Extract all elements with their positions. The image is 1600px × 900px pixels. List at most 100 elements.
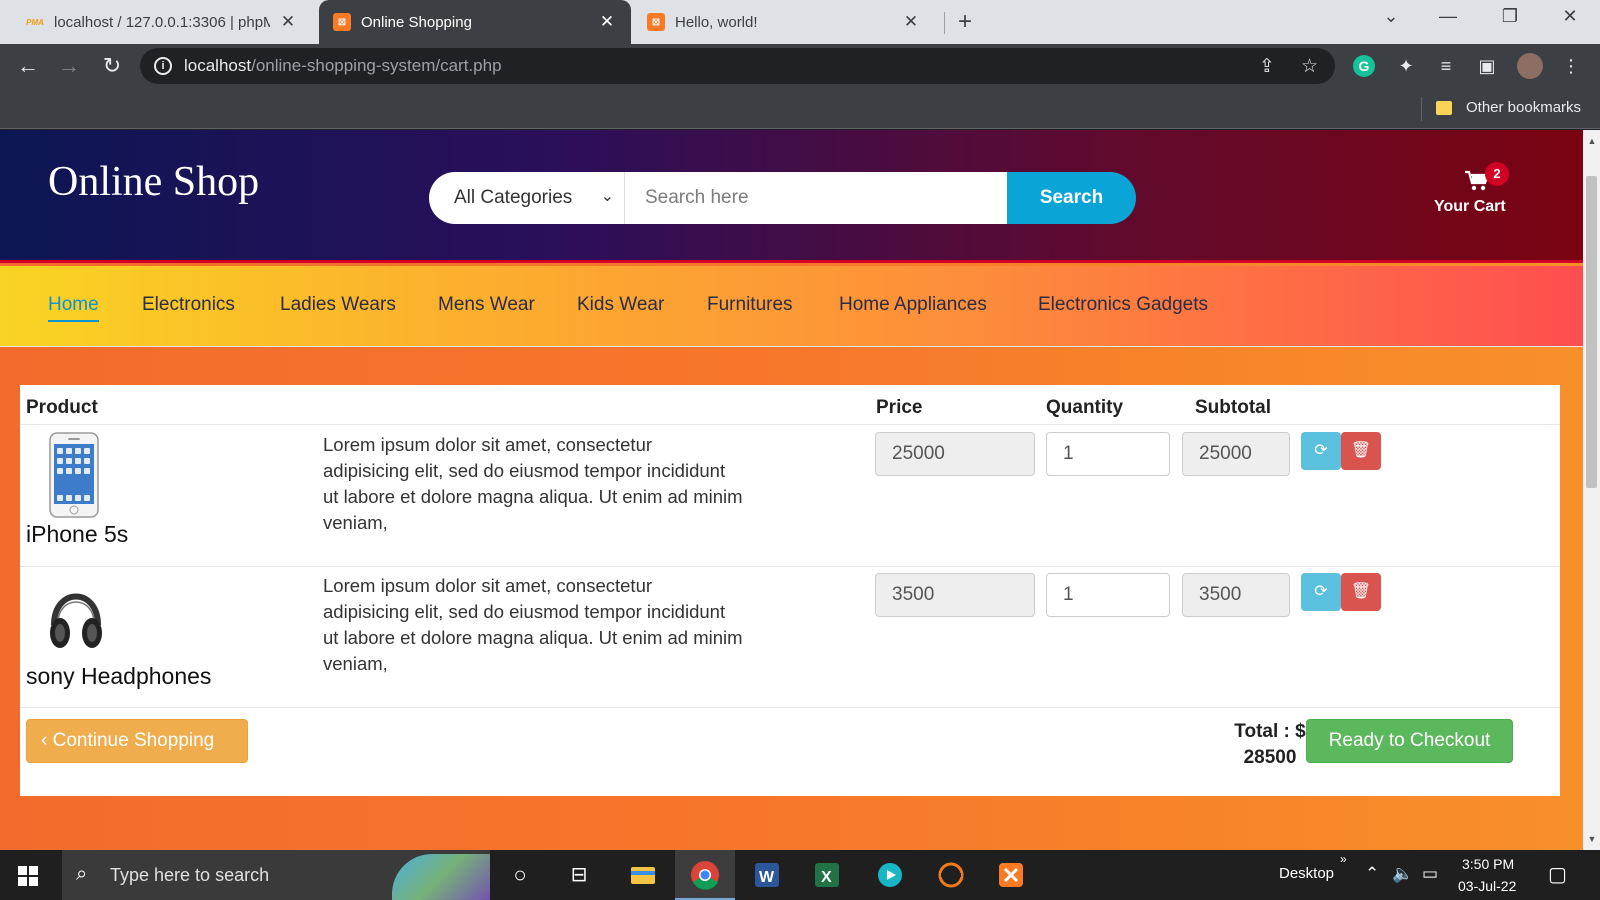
chrome-logo-icon [691,861,719,890]
trash-icon: 🗑 [1350,583,1372,600]
remove-item-button[interactable]: 🗑 [1341,573,1381,611]
nav-mens-wear[interactable]: Mens Wear [438,294,535,316]
nav-electronics-gadgets[interactable]: Electronics Gadgets [1038,294,1208,316]
browser-tabstrip: PMA localhost / 127.0.0.1:3306 | phpM ✕ … [0,0,1600,44]
nav-kids-wear[interactable]: Kids Wear [577,294,664,316]
refresh-icon: ⟳ [1314,583,1328,600]
search-icon: ⌕ [76,863,88,885]
site-header: Online Shop All Categories ⌄ Search 2 Yo… [0,130,1583,263]
volume-icon[interactable]: 🔈 [1392,864,1413,884]
cart-label[interactable]: Your Cart [1434,198,1506,216]
side-panel-icon[interactable]: ▣ [1476,55,1498,77]
nav-home-appliances[interactable]: Home Appliances [839,294,987,316]
remove-item-button[interactable]: 🗑 [1341,432,1381,470]
page-scrollbar[interactable]: ▲ ▼ [1583,130,1600,850]
update-item-button[interactable]: ⟳ [1301,432,1341,470]
windows-taskbar: ⌕ Type here to search ○ ⊟ W X Desktop » … [0,850,1600,900]
update-item-button[interactable]: ⟳ [1301,573,1341,611]
tab-online-shopping[interactable]: ⊠ Online Shopping ✕ [319,0,631,44]
media-player-icon[interactable] [873,858,907,892]
folder-icon [1436,101,1452,115]
chrome-icon[interactable] [675,850,735,900]
scroll-down-icon[interactable]: ▼ [1587,834,1597,844]
quantity-input[interactable]: 1 [1046,432,1170,476]
close-icon[interactable]: ✕ [901,12,921,32]
notification-icon[interactable]: ▢ [1548,862,1567,887]
site-info-icon[interactable]: i [154,57,172,75]
category-select[interactable]: All Categories ⌄ [429,172,625,224]
restore-icon[interactable]: ❐ [1495,6,1525,27]
taskbar-search[interactable]: ⌕ Type here to search [62,850,490,900]
header-subtotal: Subtotal [1195,397,1271,418]
svg-text:W: W [759,869,775,886]
share-icon[interactable]: ⇪ [1259,55,1275,78]
desktop-toolbar-label[interactable]: Desktop [1279,865,1334,882]
eclipse-icon[interactable] [934,858,968,892]
category-navbar: Home Electronics Ladies Wears Mens Wear … [0,266,1583,347]
double-chevron-icon[interactable]: » [1340,852,1347,866]
iphone-image [49,432,99,518]
file-explorer-icon[interactable] [626,858,660,892]
word-icon[interactable]: W [750,858,784,892]
tray-up-arrow-icon[interactable]: ⌃ [1365,864,1379,884]
headphones-image [50,593,102,648]
xampp-icon [999,863,1023,887]
window-close-icon[interactable]: ✕ [1555,6,1585,27]
row-divider [20,707,1560,708]
network-icon[interactable]: ▭ [1422,864,1438,884]
continue-shopping-label: Continue Shopping [52,730,215,751]
subtotal-field: 25000 [1182,432,1290,476]
tab-hello-world[interactable]: ⊠ Hello, world! ✕ [633,0,935,44]
back-arrow-icon[interactable]: ← [14,52,42,80]
row-divider [20,424,1560,425]
product-name[interactable]: sony Headphones [26,663,211,690]
close-icon[interactable]: ✕ [597,12,617,32]
continue-shopping-button[interactable]: ‹ Continue Shopping [26,719,248,763]
minimize-icon[interactable]: — [1433,6,1463,27]
reload-icon[interactable]: ↻ [98,52,126,80]
bookmark-star-icon[interactable]: ☆ [1301,55,1318,78]
nav-furnitures[interactable]: Furnitures [707,294,793,316]
search-button[interactable]: Search [1007,172,1136,224]
scroll-up-icon[interactable]: ▲ [1587,136,1597,146]
row-divider [20,566,1560,567]
tab-phpmyadmin[interactable]: PMA localhost / 127.0.0.1:3306 | phpM ✕ [12,0,312,44]
site-logo[interactable]: Online Shop [48,158,259,206]
trash-icon: 🗑 [1350,442,1372,459]
xampp-taskbar-icon[interactable] [994,858,1028,892]
nav-ladies-wears[interactable]: Ladies Wears [280,294,396,316]
scroll-thumb[interactable] [1586,176,1597,488]
bookmarks-divider [1421,97,1422,121]
extensions-puzzle-icon[interactable]: ✦ [1395,55,1417,77]
clock-time[interactable]: 3:50 PM [1462,856,1514,872]
clock-date[interactable]: 03-Jul-22 [1458,878,1516,894]
search-input[interactable] [625,172,1007,224]
chevron-down-icon: ⌄ [600,188,614,205]
tab-search-chevron-icon[interactable]: ⌄ [1376,6,1406,27]
play-circle-icon [878,863,902,887]
close-icon[interactable]: ✕ [278,12,298,32]
search-form: All Categories ⌄ Search [429,172,1136,224]
profile-avatar[interactable] [1517,53,1543,79]
forward-arrow-icon[interactable]: → [55,52,83,80]
cortana-icon[interactable]: ○ [503,858,537,892]
new-tab-plus-icon[interactable]: + [958,8,972,36]
grammarly-extension-icon[interactable]: G [1353,55,1375,77]
xampp-icon: ⊠ [333,13,351,31]
checkout-button[interactable]: Ready to Checkout [1306,719,1513,763]
other-bookmarks[interactable]: Other bookmarks [1466,99,1581,116]
excel-logo-icon: X [815,863,839,887]
phpmyadmin-icon: PMA [26,17,44,27]
media-queue-icon[interactable]: ≡ [1435,55,1457,77]
cart-table: Product Price Quantity Subtotal iPhone 5… [20,385,1560,796]
svg-text:X: X [821,869,832,886]
product-name[interactable]: iPhone 5s [26,521,128,548]
windows-start-icon[interactable] [18,866,38,886]
excel-icon[interactable]: X [810,858,844,892]
address-bar[interactable]: i localhost/online-shopping-system/cart.… [140,48,1335,84]
quantity-input[interactable]: 1 [1046,573,1170,617]
nav-home[interactable]: Home [48,294,99,322]
browser-menu-icon[interactable]: ⋮ [1560,55,1582,77]
task-view-icon[interactable]: ⊟ [562,858,596,892]
nav-electronics[interactable]: Electronics [142,294,235,316]
